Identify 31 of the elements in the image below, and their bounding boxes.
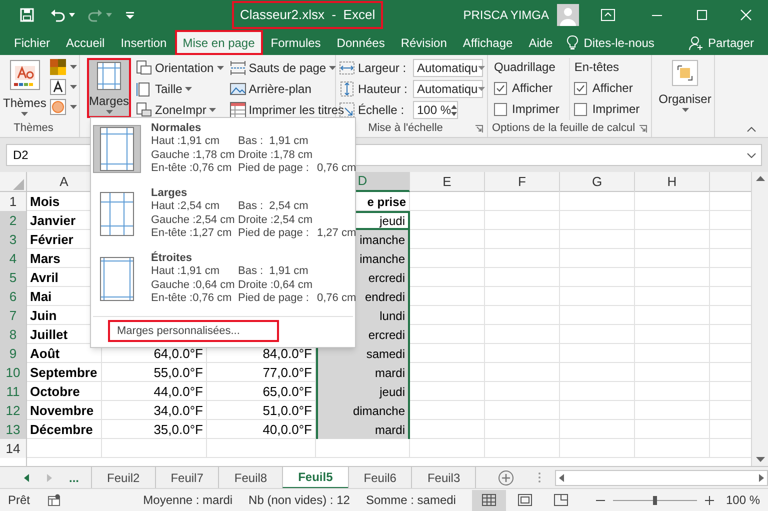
- table-cell: Novembre: [27, 401, 102, 420]
- field-label: Hauteur :: [358, 81, 408, 98]
- status-text: Prêt: [8, 492, 30, 509]
- group-label: Thèmes: [14, 121, 54, 136]
- field-label: Échelle :: [358, 102, 406, 119]
- table-cell: 55,0.0°F: [102, 363, 207, 382]
- table-cell: Décembre: [27, 420, 102, 439]
- table-cell: samedi: [316, 344, 410, 363]
- table-cell: 35,0.0°F: [102, 420, 207, 439]
- option-title: Quadrillage: [494, 59, 556, 76]
- table-cell: 34,0.0°F: [102, 401, 207, 420]
- checkbox-label: Imprimer: [592, 101, 640, 118]
- field-label: Largeur :: [358, 60, 408, 77]
- table-cell: Octobre: [27, 382, 102, 401]
- window-title: Classeur2.xlsx - Excel: [232, 1, 384, 29]
- status-summary: Nb (non vides) : 12: [248, 492, 350, 509]
- group-label: Options de la feuille de calcul: [492, 121, 636, 136]
- user-name: PRISCA YIMGA: [463, 7, 549, 24]
- status-summary: Somme : samedi: [366, 492, 456, 509]
- group-label: Mise à l'échelle: [368, 121, 443, 136]
- checkbox-label: Afficher: [512, 80, 552, 97]
- checkbox-label: Afficher: [592, 80, 633, 97]
- table-cell: mardi: [316, 420, 410, 439]
- table-cell: jeudi: [316, 382, 410, 401]
- table-cell: 44,0.0°F: [102, 382, 207, 401]
- status-summary: Moyenne : mardi: [143, 492, 233, 509]
- table-cell: dimanche: [316, 401, 410, 420]
- option-title: En-têtes: [574, 59, 620, 76]
- checkbox-label: Imprimer: [512, 101, 560, 118]
- table-cell: Septembre: [27, 363, 102, 382]
- table-cell: mardi: [316, 363, 410, 382]
